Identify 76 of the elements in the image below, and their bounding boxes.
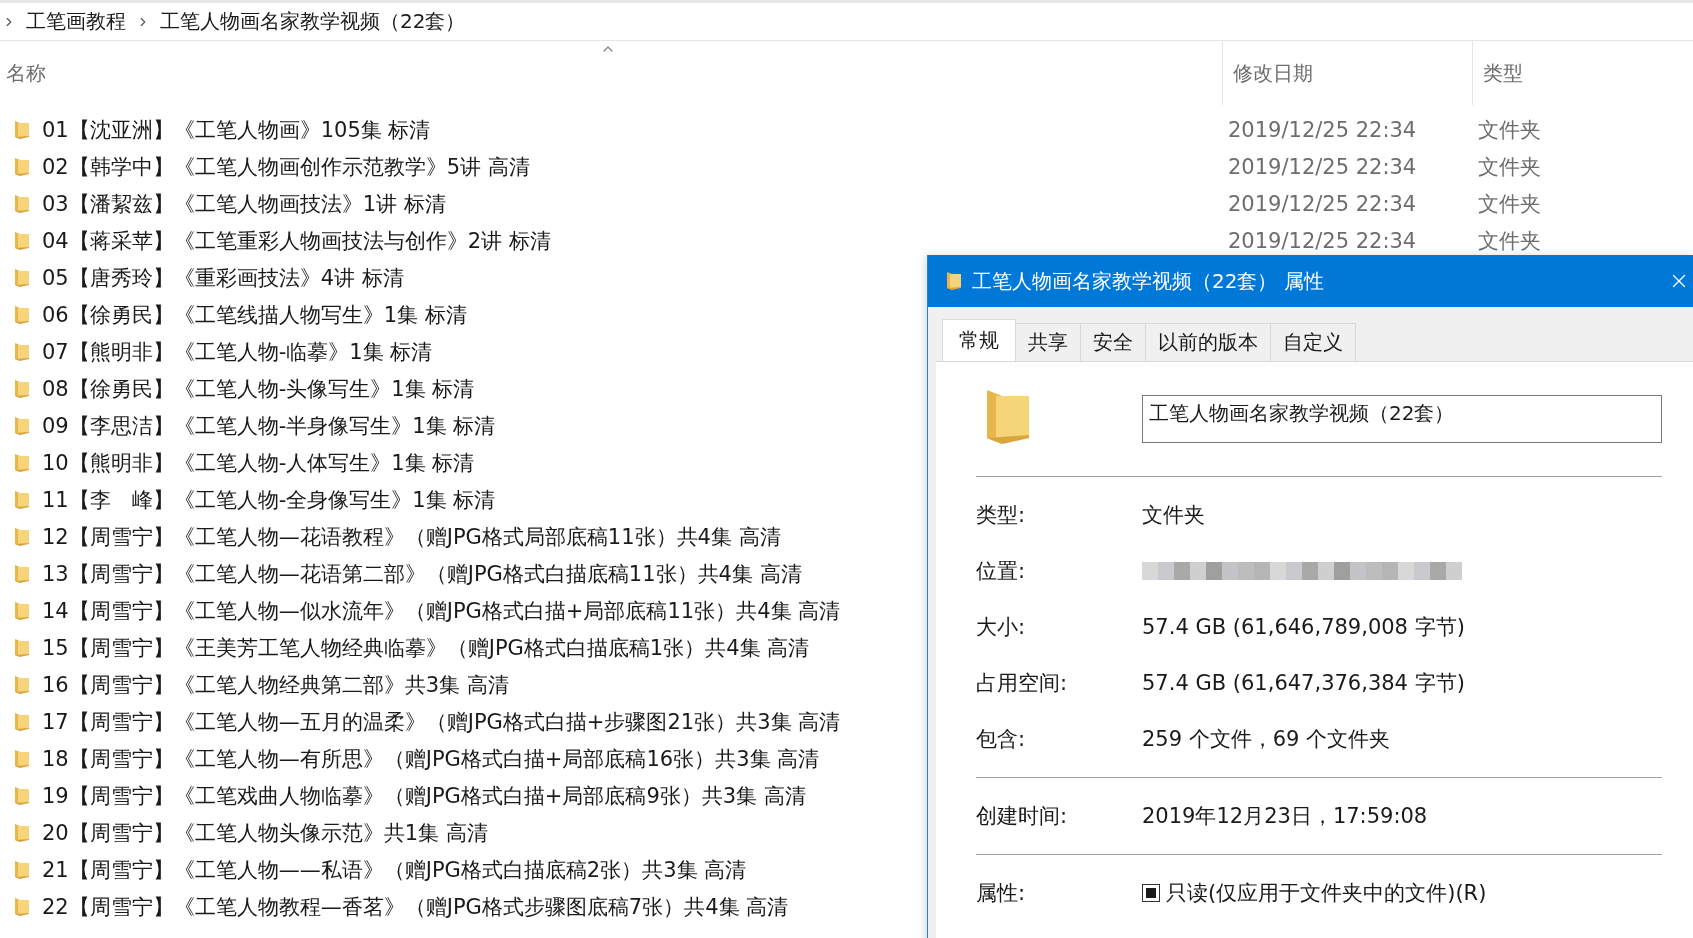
folder-icon xyxy=(14,488,30,511)
file-name[interactable]: 05【唐秀玲】《重彩画技法》4讲 标清 xyxy=(42,263,404,292)
file-name[interactable]: 18【周雪宁】《工笔人物—有所思》（赠JPG格式白描+局部底稿16张）共3集 高清 xyxy=(42,744,820,773)
folder-icon xyxy=(14,599,30,622)
folder-icon xyxy=(14,562,30,585)
folder-icon xyxy=(14,229,30,252)
folder-icon xyxy=(14,747,30,770)
folder-icon xyxy=(14,451,30,474)
file-name[interactable]: 21【周雪宁】《工笔人物——私语》（赠JPG格式白描底稿2张）共3集 高清 xyxy=(42,855,747,884)
property-label: 占用空间: xyxy=(976,670,1069,697)
property-label: 位置: xyxy=(976,558,1027,585)
property-value: 2019年12月23日，17:59:08 xyxy=(1142,803,1429,830)
column-header[interactable]: 名称 xyxy=(6,59,46,87)
folder-icon xyxy=(14,377,30,400)
folder-icon xyxy=(14,821,30,844)
folder-icon xyxy=(14,192,30,215)
property-label: 创建时间: xyxy=(976,803,1069,830)
folder-icon xyxy=(14,636,30,659)
modified-date: 2019/12/25 22:34 xyxy=(1228,191,1417,216)
file-name[interactable]: 22【周雪宁】《工笔人物教程—香茗》（赠JPG格式步骤图底稿7张）共4集 高清 xyxy=(42,892,789,921)
file-name[interactable]: 13【周雪宁】《工笔人物—花语第二部》（赠JPG格式白描底稿11张）共4集 高清 xyxy=(42,559,802,588)
folder-icon xyxy=(14,784,30,807)
file-name[interactable]: 09【李思洁】《工笔人物-半身像写生》1集 标清 xyxy=(42,411,496,440)
property-value: 57.4 GB (61,646,789,008 字节) xyxy=(1142,614,1466,641)
property-label: 大小: xyxy=(976,614,1027,641)
file-name[interactable]: 04【蒋采苹】《工笔重彩人物画技法与创作》2讲 标清 xyxy=(42,226,551,255)
file-type: 文件夹 xyxy=(1478,190,1541,218)
readonly-checkbox[interactable] xyxy=(1142,884,1160,902)
tab[interactable]: 常规 xyxy=(942,319,1016,361)
breadcrumb-item[interactable]: 工笔人物画名家教学视频（22套） xyxy=(160,8,466,35)
file-name[interactable]: 02【韩学中】《工笔人物画创作示范教学》5讲 高清 xyxy=(42,152,530,181)
file-type: 文件夹 xyxy=(1478,153,1541,181)
checkbox-label[interactable]: 只读(仅应用于文件夹中的文件)(R) xyxy=(1166,879,1487,907)
modified-date: 2019/12/25 22:34 xyxy=(1228,228,1417,253)
modified-date: 2019/12/25 22:34 xyxy=(1228,117,1417,142)
property-value: 57.4 GB (61,647,376,384 字节) xyxy=(1142,670,1466,697)
folder-icon xyxy=(14,414,30,437)
folder-icon xyxy=(946,270,962,292)
file-type: 文件夹 xyxy=(1478,116,1541,144)
file-name[interactable]: 11【李 峰】《工笔人物-全身像写生》1集 标清 xyxy=(42,485,496,514)
folder-icon xyxy=(14,525,30,548)
file-name[interactable]: 07【熊明非】《工笔人物-临摹》1集 标清 xyxy=(42,337,433,366)
folder-icon xyxy=(14,858,30,881)
folder-icon xyxy=(14,340,30,363)
file-name[interactable]: 14【周雪宁】《工笔人物—似水流年》（赠JPG格式白描+局部底稿11张）共4集 高清 xyxy=(42,596,841,625)
property-label: 属性: xyxy=(976,880,1027,907)
property-label: 包含: xyxy=(976,726,1027,753)
tab[interactable]: 自定义 xyxy=(1270,323,1356,361)
name-field[interactable]: 工笔人物画名家教学视频（22套） xyxy=(1142,395,1662,443)
breadcrumb-item[interactable]: 工笔画教程 xyxy=(26,8,126,35)
file-name[interactable]: 03【潘絜兹】《工笔人物画技法》1讲 标清 xyxy=(42,189,446,218)
file-name[interactable]: 01【沈亚洲】《工笔人物画》105集 标清 xyxy=(42,115,431,144)
file-name[interactable]: 16【周雪宁】《工笔人物经典第二部》共3集 高清 xyxy=(42,670,509,699)
column-header[interactable]: 修改日期 xyxy=(1233,59,1313,87)
file-name[interactable]: 12【周雪宁】《工笔人物—花语教程》（赠JPG格式局部底稿11张）共4集 高清 xyxy=(42,522,781,551)
file-name[interactable]: 08【徐勇民】《工笔人物-头像写生》1集 标清 xyxy=(42,374,475,403)
file-name[interactable]: 17【周雪宁】《工笔人物—五月的温柔》（赠JPG格式白描+步骤图21张）共3集 高清 xyxy=(42,707,841,736)
window-title: 工笔人物画名家教学视频（22套） 属性 xyxy=(972,267,1324,295)
modified-date: 2019/12/25 22:34 xyxy=(1228,154,1417,179)
property-value: 259 个文件，69 个文件夹 xyxy=(1142,726,1392,753)
property-label: 类型: xyxy=(976,502,1027,529)
file-name[interactable]: 20【周雪宁】《工笔人物头像示范》共1集 高清 xyxy=(42,818,488,847)
folder-icon xyxy=(14,673,30,696)
folder-icon xyxy=(14,303,30,326)
file-type: 文件夹 xyxy=(1478,227,1541,255)
property-value: 文件夹 xyxy=(1142,502,1206,529)
folder-icon xyxy=(14,118,30,141)
file-name[interactable]: 19【周雪宁】《工笔戏曲人物临摹》（赠JPG格式白描+局部底稿9张）共3集 高清 xyxy=(42,781,806,810)
folder-icon xyxy=(14,895,30,918)
file-name[interactable]: 10【熊明非】《工笔人物-人体写生》1集 标清 xyxy=(42,448,475,477)
folder-icon xyxy=(14,155,30,178)
column-header[interactable]: 类型 xyxy=(1483,59,1523,87)
folder-icon xyxy=(14,710,30,733)
file-name[interactable]: 15【周雪宁】《王美芳工笔人物经典临摹》（赠JPG格式白描底稿1张）共4集 高清 xyxy=(42,633,810,662)
file-name[interactable]: 06【徐勇民】《工笔线描人物写生》1集 标清 xyxy=(42,300,467,329)
folder-icon xyxy=(14,266,30,289)
